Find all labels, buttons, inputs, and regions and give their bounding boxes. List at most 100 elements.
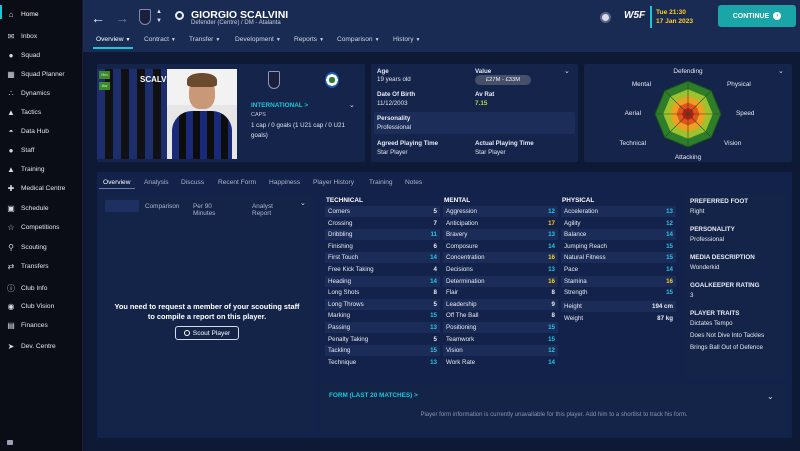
attribute-row[interactable]: Jumping Reach 15 <box>561 241 676 252</box>
attribute-row[interactable]: Teamwork 15 <box>443 334 558 345</box>
tab-transfer[interactable]: Transfer ▼ <box>189 36 220 43</box>
sidebar-item-training[interactable]: ▲ Training <box>0 162 83 176</box>
subtab-overview[interactable]: Overview <box>103 179 130 186</box>
subtab-player-history[interactable]: Player History <box>313 179 354 186</box>
international-expand-icon[interactable]: ⌄ <box>349 101 355 109</box>
sidebar-item-squad[interactable]: ● Squad <box>0 48 83 62</box>
value-dropdown-icon[interactable]: ⌄ <box>564 67 570 75</box>
attribute-row[interactable]: Penalty Taking 5 <box>325 334 440 345</box>
attribute-row[interactable]: Aggression 12 <box>443 206 558 217</box>
attribute-row[interactable]: Long Throws 5 <box>325 298 440 310</box>
shirt-home-badge[interactable]: Hm <box>99 71 110 79</box>
attribute-row[interactable]: Free Kick Taking 4 <box>325 264 440 275</box>
form-title[interactable]: FORM (LAST 20 MATCHES) > <box>329 392 418 399</box>
attribute-row[interactable]: Leadership 9 <box>443 298 558 310</box>
attribute-row[interactable]: Pace 14 <box>561 264 676 275</box>
sidebar-item-tactics[interactable]: ▲ Tactics <box>0 105 83 119</box>
attribute-row[interactable]: Long Shots 8 <box>325 287 440 298</box>
attribute-row[interactable]: Bravery 13 <box>443 229 558 241</box>
attribute-row[interactable]: Heading 14 <box>325 275 440 287</box>
attribute-row[interactable]: Passing 13 <box>325 322 440 333</box>
sidebar-item-staff[interactable]: ● Staff <box>0 143 83 157</box>
attribute-row[interactable]: Corners 5 <box>325 206 440 217</box>
attribute-row[interactable]: Crossing 7 <box>325 218 440 229</box>
attribute-row[interactable]: Technique 13 <box>325 357 440 368</box>
staff-icon: ● <box>8 145 14 155</box>
scout-player-button[interactable]: Scout Player <box>175 326 239 340</box>
value-pill[interactable]: £27M - £33M <box>475 75 531 85</box>
sidebar-item-schedule[interactable]: ▣ Schedule <box>0 201 83 215</box>
analyst-report-dropdown-icon[interactable]: ⌄ <box>300 199 306 207</box>
attribute-value: 16 <box>666 277 673 285</box>
chevron-down-icon: ▼ <box>415 36 421 43</box>
report-tab-comparison[interactable]: Comparison <box>145 203 179 210</box>
club-crest-icon[interactable] <box>268 71 280 89</box>
sidebar-item-club-info[interactable]: ⓘ Club Info <box>0 281 83 295</box>
nation-badge-icon[interactable] <box>325 72 339 88</box>
sidebar-item-inbox[interactable]: ✉ Inbox <box>0 29 83 43</box>
radar-label-technical: Technical <box>619 140 646 147</box>
attribute-row[interactable]: Tackling 15 <box>325 345 440 357</box>
attribute-row[interactable]: Marking 15 <box>325 310 440 321</box>
subtab-notes[interactable]: Notes <box>405 179 422 186</box>
subtab-recent-form[interactable]: Recent Form <box>218 179 256 186</box>
sidebar-item-data-hub[interactable]: ◓ Data Hub <box>0 124 83 138</box>
tab-contract[interactable]: Contract ▼ <box>144 36 176 43</box>
attribute-row[interactable]: Decisions 13 <box>443 264 558 275</box>
attribute-row[interactable]: Work Rate 14 <box>443 357 558 368</box>
bottom-left-icon[interactable] <box>7 440 13 445</box>
sidebar-item-squad-planner[interactable]: ▦ Squad Planner <box>0 67 83 81</box>
attribute-row[interactable]: Flair 8 <box>443 287 558 298</box>
sidebar-item-transfers[interactable]: ⇄ Transfers <box>0 259 83 273</box>
attribute-name: Strength <box>564 289 588 297</box>
international-link[interactable]: INTERNATIONAL > <box>251 102 308 109</box>
club-info-icon: ⓘ <box>7 283 15 293</box>
attribute-row[interactable]: Vision 12 <box>443 345 558 357</box>
tab-development[interactable]: Development ▼ <box>235 36 281 43</box>
tab-overview[interactable]: Overview ▼ <box>96 36 130 43</box>
attribute-row[interactable]: Agility 12 <box>561 218 676 229</box>
home-icon: ⌂ <box>8 9 14 19</box>
attribute-name: Passing <box>328 324 351 331</box>
attribute-row[interactable]: Positioning 15 <box>443 322 558 333</box>
scout-message: You need to request a member of your sco… <box>114 302 300 321</box>
sidebar-item-dev-centre[interactable]: ➤ Dev. Centre <box>0 339 83 353</box>
sidebar-item-competitions[interactable]: ☆ Competitions <box>0 220 83 234</box>
attribute-value: 12 <box>666 219 673 227</box>
attribute-row[interactable]: Off The Ball 8 <box>443 310 558 321</box>
attribute-value: 13 <box>666 208 673 215</box>
tab-reports[interactable]: Reports ▼ <box>294 36 324 43</box>
subtab-training[interactable]: Training <box>369 179 393 186</box>
attribute-row[interactable]: Determination 16 <box>443 275 558 287</box>
tab-comparison[interactable]: Comparison ▼ <box>337 36 380 43</box>
attribute-name: Determination <box>446 277 485 285</box>
attribute-row[interactable]: Composure 14 <box>443 241 558 252</box>
attribute-value: 13 <box>548 231 555 239</box>
attribute-row[interactable]: Natural Fitness 15 <box>561 252 676 264</box>
sidebar-item-club-vision[interactable]: ◉ Club Vision <box>0 299 83 313</box>
attribute-row[interactable]: Stamina 16 <box>561 275 676 287</box>
report-tab-analyst-report[interactable]: Analyst Report <box>252 203 273 217</box>
report-tab-per-90-minutes[interactable]: Per 90 Minutes <box>193 203 215 217</box>
attribute-row[interactable]: Dribbling 11 <box>325 229 440 241</box>
sidebar-item-scouting[interactable]: ⚲ Scouting <box>0 240 83 254</box>
sidebar-item-medical-centre[interactable]: ✚ Medical Centre <box>0 181 83 195</box>
attribute-row[interactable]: Acceleration 13 <box>561 206 676 217</box>
attribute-row[interactable]: Concentration 16 <box>443 252 558 264</box>
attribute-row[interactable]: First Touch 14 <box>325 252 440 264</box>
attribute-row[interactable]: Anticipation 17 <box>443 218 558 229</box>
sidebar-item-finances[interactable]: ▤ Finances <box>0 318 83 332</box>
attribute-row[interactable]: Finishing 6 <box>325 241 440 252</box>
attribute-value: 15 <box>548 335 555 343</box>
sidebar-item-home[interactable]: ⌂ Home <box>0 7 83 21</box>
subtab-analysis[interactable]: Analysis <box>144 179 169 186</box>
player-subtabs: Overview Analysis Discuss Recent Form Happin… <box>0 0 800 186</box>
subtab-discuss[interactable]: Discuss <box>181 179 204 186</box>
sidebar-item-dynamics[interactable]: ∴ Dynamics <box>0 86 83 100</box>
tab-history[interactable]: History ▼ <box>393 36 420 43</box>
subtab-happiness[interactable]: Happiness <box>269 179 300 186</box>
attribute-row[interactable]: Balance 14 <box>561 229 676 241</box>
attribute-row[interactable]: Strength 15 <box>561 287 676 298</box>
shirt-away-badge[interactable]: Aw <box>99 82 110 90</box>
form-expand-icon[interactable]: ⌄ <box>767 392 774 401</box>
